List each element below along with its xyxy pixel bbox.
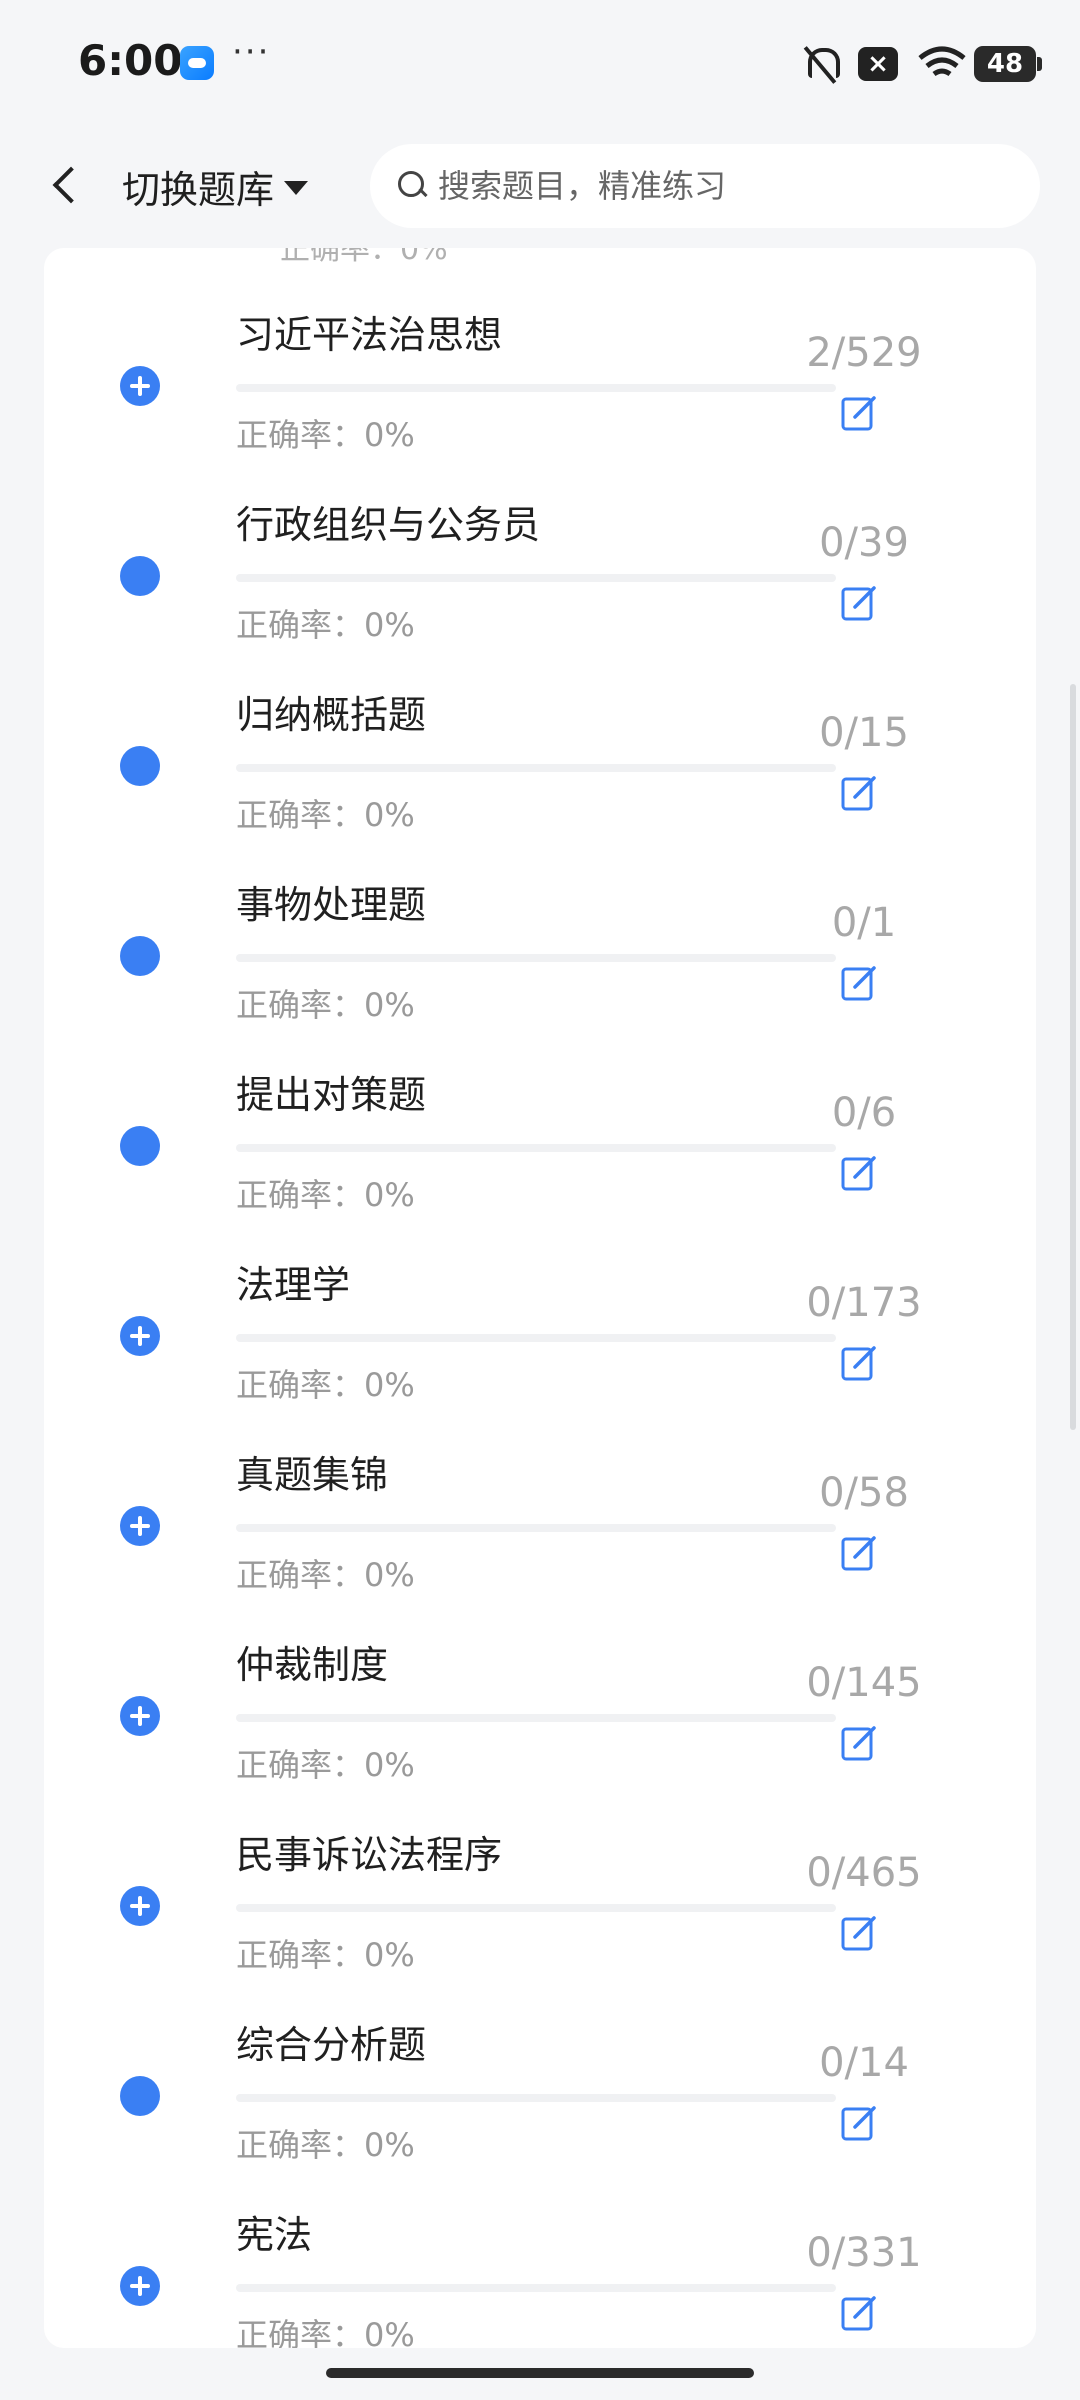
item-title: 仲裁制度 bbox=[236, 1643, 389, 1687]
wifi-icon bbox=[916, 44, 966, 84]
progress-bar bbox=[236, 2284, 836, 2292]
switch-bank-dropdown[interactable]: 切换题库 bbox=[122, 160, 309, 212]
battery-icon: 48 bbox=[974, 46, 1042, 82]
question-bank-list: 正确率：0% 习近平法治思想 正确率：0% 2/529 行政组织与公务员 正确率… bbox=[44, 248, 1036, 2348]
home-indicator[interactable] bbox=[326, 2368, 754, 2378]
item-title: 习近平法治思想 bbox=[236, 313, 503, 357]
expand-plus-icon[interactable] bbox=[120, 2266, 160, 2306]
list-item[interactable]: 真题集锦 正确率：0% 0/58 bbox=[44, 1388, 1036, 1594]
edit-icon bbox=[841, 776, 876, 811]
progress-bar bbox=[236, 2094, 836, 2102]
item-count: 0/173 bbox=[806, 1280, 922, 1326]
status-dot-icon bbox=[120, 936, 160, 976]
back-arrow-icon[interactable] bbox=[44, 164, 88, 208]
edit-practice-icon[interactable] bbox=[840, 1722, 880, 1762]
edit-practice-icon[interactable] bbox=[840, 962, 880, 1002]
status-dot-icon bbox=[120, 2076, 160, 2116]
status-dot-icon bbox=[120, 556, 160, 596]
item-title: 民事诉讼法程序 bbox=[236, 1833, 503, 1877]
edit-practice-icon[interactable] bbox=[840, 1532, 880, 1572]
search-input[interactable] bbox=[436, 166, 1000, 206]
item-title: 归纳概括题 bbox=[236, 693, 427, 737]
item-title: 真题集锦 bbox=[236, 1453, 389, 1497]
item-count: 0/58 bbox=[819, 1470, 909, 1516]
status-bar: 6:00 ··· × 48 bbox=[0, 0, 1080, 124]
more-notifications-icon: ··· bbox=[232, 32, 271, 72]
item-rate: 正确率：0% bbox=[236, 2316, 415, 2348]
list-item[interactable]: 仲裁制度 正确率：0% 0/145 bbox=[44, 1578, 1036, 1784]
edit-icon bbox=[841, 2296, 876, 2331]
switch-bank-label: 切换题库 bbox=[122, 167, 275, 212]
edit-practice-icon[interactable] bbox=[840, 1152, 880, 1192]
edit-icon bbox=[841, 966, 876, 1001]
bell-off-icon bbox=[800, 44, 840, 84]
item-title: 宪法 bbox=[236, 2213, 313, 2257]
edit-practice-icon[interactable] bbox=[840, 1912, 880, 1952]
progress-bar bbox=[236, 1334, 836, 1342]
progress-bar bbox=[236, 1714, 836, 1722]
edit-icon bbox=[841, 586, 876, 621]
item-count: 0/39 bbox=[819, 520, 909, 566]
edit-icon bbox=[841, 2106, 876, 2141]
item-count: 0/331 bbox=[806, 2230, 922, 2276]
item-count: 0/6 bbox=[831, 1090, 897, 1136]
list-item[interactable]: 行政组织与公务员 正确率：0% 0/39 bbox=[44, 438, 1036, 644]
expand-plus-icon[interactable] bbox=[120, 1316, 160, 1356]
status-dot-icon bbox=[120, 1126, 160, 1166]
list-item[interactable]: 法理学 正确率：0% 0/173 bbox=[44, 1198, 1036, 1404]
item-title: 事物处理题 bbox=[236, 883, 427, 927]
item-title: 综合分析题 bbox=[236, 2023, 427, 2067]
status-dot-icon bbox=[120, 746, 160, 786]
item-title: 法理学 bbox=[236, 1263, 351, 1307]
progress-bar bbox=[236, 764, 836, 772]
edit-practice-icon[interactable] bbox=[840, 2292, 880, 2332]
close-box-icon: × bbox=[858, 47, 898, 81]
search-icon bbox=[396, 169, 430, 203]
progress-bar bbox=[236, 1524, 836, 1532]
edit-icon bbox=[841, 396, 876, 431]
list-item[interactable]: 习近平法治思想 正确率：0% 2/529 bbox=[44, 248, 1036, 454]
edit-icon bbox=[841, 1346, 876, 1381]
weather-app-icon bbox=[180, 46, 214, 80]
expand-plus-icon[interactable] bbox=[120, 366, 160, 406]
edit-icon bbox=[841, 1156, 876, 1191]
edit-practice-icon[interactable] bbox=[840, 582, 880, 622]
edit-practice-icon[interactable] bbox=[840, 2102, 880, 2142]
progress-bar bbox=[236, 1904, 836, 1912]
caret-down-icon bbox=[284, 181, 309, 195]
item-title: 行政组织与公务员 bbox=[236, 503, 541, 547]
item-count: 0/465 bbox=[806, 1850, 922, 1896]
list-item[interactable]: 事物处理题 正确率：0% 0/1 bbox=[44, 818, 1036, 1024]
wifi-icon-svg bbox=[918, 46, 966, 77]
expand-plus-icon[interactable] bbox=[120, 1506, 160, 1546]
progress-bar bbox=[236, 384, 836, 392]
item-count: 0/15 bbox=[819, 710, 909, 756]
edit-icon bbox=[841, 1916, 876, 1951]
item-count: 0/1 bbox=[831, 900, 897, 946]
item-title: 提出对策题 bbox=[236, 1073, 427, 1117]
edit-practice-icon[interactable] bbox=[840, 772, 880, 812]
edit-icon bbox=[841, 1536, 876, 1571]
list-item[interactable]: 提出对策题 正确率：0% 0/6 bbox=[44, 1008, 1036, 1214]
progress-bar bbox=[236, 574, 836, 582]
status-time: 6:00 bbox=[78, 36, 183, 85]
list-item[interactable]: 归纳概括题 正确率：0% 0/15 bbox=[44, 628, 1036, 834]
item-count: 0/145 bbox=[806, 1660, 922, 1706]
progress-bar bbox=[236, 954, 836, 962]
edit-practice-icon[interactable] bbox=[840, 1342, 880, 1382]
search-bar[interactable] bbox=[370, 144, 1040, 228]
edit-icon bbox=[841, 1726, 876, 1761]
top-header: 切换题库 bbox=[0, 124, 1080, 248]
status-right-group: × 48 bbox=[800, 42, 1042, 86]
item-count: 2/529 bbox=[806, 330, 922, 376]
item-count: 0/14 bbox=[819, 2040, 909, 2086]
expand-plus-icon[interactable] bbox=[120, 1886, 160, 1926]
list-item[interactable]: 宪法 正确率：0% 0/331 bbox=[44, 2148, 1036, 2348]
edit-practice-icon[interactable] bbox=[840, 392, 880, 432]
scrollbar[interactable] bbox=[1070, 684, 1076, 1430]
list-item[interactable]: 综合分析题 正确率：0% 0/14 bbox=[44, 1958, 1036, 2164]
expand-plus-icon[interactable] bbox=[120, 1696, 160, 1736]
list-item[interactable]: 民事诉讼法程序 正确率：0% 0/465 bbox=[44, 1768, 1036, 1974]
progress-bar bbox=[236, 1144, 836, 1152]
